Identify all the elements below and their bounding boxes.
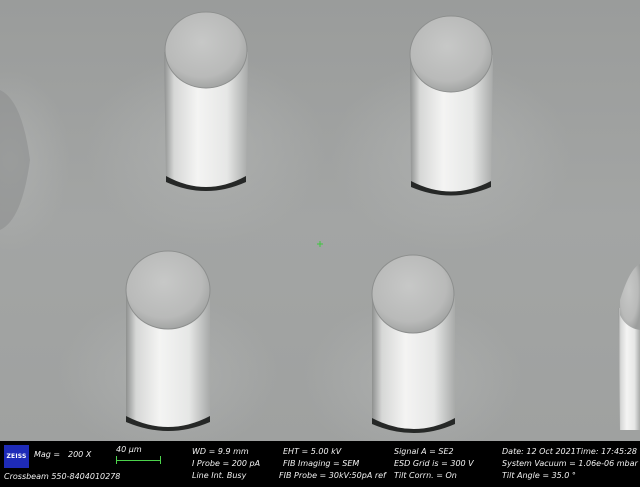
- mag-value: 200 X: [68, 450, 92, 459]
- system-vacuum: System Vacuum = 1.06e-06 mbar: [502, 459, 638, 468]
- scale-bar-tick-left: [116, 456, 117, 464]
- tilt-correction: Tilt Corrn. = On: [394, 471, 457, 480]
- line-integration: Line Int. Busy: [192, 471, 247, 480]
- instrument-id: Crossbeam 550-8404010278: [4, 472, 121, 481]
- scale-bar: [116, 460, 161, 461]
- tilt-angle: Tilt Angle = 35.0 °: [502, 471, 576, 480]
- fib-imaging: FIB Imaging = SEM: [283, 459, 360, 468]
- esd-grid: ESD Grid is = 300 V: [394, 459, 474, 468]
- pillar-bottom-left: [125, 250, 211, 431]
- sem-image: [0, 0, 640, 441]
- date: Date: 12 Oct 2021: [502, 447, 576, 456]
- signal-a: Signal A = SE2: [394, 447, 454, 456]
- scale-label: 40 µm: [116, 445, 142, 454]
- zeiss-logo: ZEISS: [4, 445, 29, 468]
- scale-bar-tick-right: [160, 456, 161, 464]
- pillar-bottom-center: [371, 254, 455, 433]
- sem-info-bar: ZEISS Crossbeam 550-8404010278 Mag = 200…: [0, 441, 640, 487]
- pillar-top-left: [164, 11, 248, 191]
- mag-label: Mag =: [34, 450, 61, 459]
- probe-current: I Probe = 200 pA: [192, 459, 261, 468]
- time: Time: 17:45:28: [576, 447, 637, 456]
- working-distance: WD = 9.9 mm: [192, 447, 249, 456]
- pillar-top-right: [409, 15, 493, 196]
- fib-probe: FIB Probe = 30kV:50pA ref: [279, 471, 386, 480]
- eht: EHT = 5.00 kV: [283, 447, 342, 456]
